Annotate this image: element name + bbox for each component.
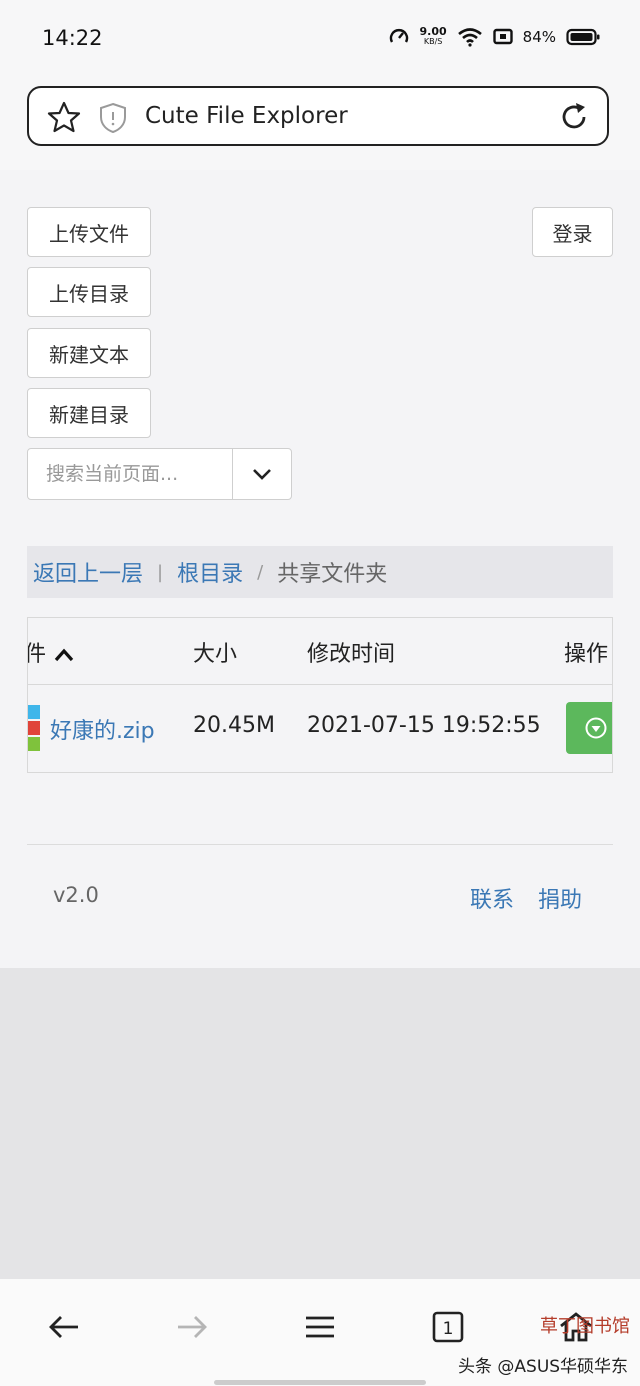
version-label: v2.0: [53, 883, 99, 907]
browser-toolbar: Cute File Explorer: [0, 78, 640, 170]
breadcrumb: 返回上一层 | 根目录 / 共享文件夹: [27, 546, 613, 598]
zip-file-icon: [28, 705, 40, 753]
file-size: 20.45M: [193, 713, 275, 738]
page-title: Cute File Explorer: [145, 103, 348, 129]
search-input[interactable]: [28, 449, 234, 499]
screen-cast-icon: [492, 28, 513, 45]
breadcrumb-separator: |: [157, 561, 164, 583]
search-dropdown-button[interactable]: [232, 449, 291, 499]
upload-file-button[interactable]: 上传文件: [27, 207, 151, 257]
address-bar[interactable]: Cute File Explorer: [27, 86, 609, 146]
breadcrumb-current: 共享文件夹: [277, 562, 388, 587]
battery-icon: [566, 28, 600, 46]
gesture-bar: [214, 1380, 426, 1385]
wifi-icon: [457, 28, 482, 47]
data-saver-icon: [389, 29, 408, 43]
status-bar: 14:22 9.00 KB/S 84%: [0, 0, 640, 78]
column-header-name[interactable]: 件: [28, 636, 75, 668]
column-header-size[interactable]: 大小: [193, 636, 237, 668]
column-header-modified[interactable]: 修改时间: [307, 636, 395, 668]
shield-icon[interactable]: [99, 102, 127, 134]
download-button[interactable]: [566, 702, 612, 754]
network-speed-value: 9.00: [419, 25, 447, 38]
column-header-name-label: 件: [28, 642, 46, 667]
star-icon[interactable]: [47, 101, 81, 133]
file-modified-time: 2021-07-15 19:52:55: [307, 713, 541, 738]
new-text-button[interactable]: 新建文本: [27, 328, 151, 378]
upload-directory-button[interactable]: 上传目录: [27, 267, 151, 317]
column-header-actions: 操作: [564, 642, 609, 667]
status-time: 14:22: [42, 26, 103, 50]
menu-button[interactable]: [298, 1309, 342, 1345]
table-row: 好康的.zip 20.45M 2021-07-15 19:52:55: [28, 685, 612, 772]
footer-divider: [27, 844, 613, 845]
reload-icon[interactable]: [557, 100, 591, 134]
search-box: [27, 448, 292, 500]
watermark-text: 头条 @ASUS华硕华东: [458, 1357, 629, 1377]
main-content: 上传文件 上传目录 新建文本 新建目录 登录 返回上一层 | 根目录 / 共享文…: [0, 170, 640, 968]
arrow-left-icon: [49, 1316, 78, 1338]
battery-percent: 84%: [522, 28, 556, 46]
file-table: 件 大小 修改时间 操作 好康的.zip 20.45M 2021-07-15 1…: [27, 617, 613, 773]
file-name-link[interactable]: 好康的.zip: [50, 713, 155, 745]
network-speed: 9.00 KB/S: [419, 25, 447, 47]
network-speed-unit: KB/S: [423, 37, 443, 46]
table-header: 件 大小 修改时间 操作: [28, 618, 612, 685]
login-button[interactable]: 登录: [532, 207, 613, 257]
watermark-mark: 草丁图书馆: [540, 1316, 630, 1337]
svg-text:1: 1: [443, 1319, 454, 1339]
menu-icon: [306, 1316, 334, 1338]
donate-link[interactable]: 捐助: [538, 882, 582, 914]
tab-count-icon: 1: [432, 1311, 464, 1343]
breadcrumb-root-link[interactable]: 根目录: [177, 556, 243, 588]
forward-button[interactable]: [170, 1309, 214, 1345]
download-icon: [585, 717, 607, 739]
contact-link[interactable]: 联系: [470, 882, 514, 914]
breadcrumb-back-link[interactable]: 返回上一层: [33, 556, 143, 588]
sort-ascending-icon: [54, 648, 74, 662]
empty-page-area: [0, 968, 640, 1279]
arrow-right-icon: [178, 1316, 207, 1338]
chevron-down-icon: [253, 469, 271, 480]
back-button[interactable]: [42, 1309, 86, 1345]
breadcrumb-separator: /: [257, 561, 264, 583]
tabs-button[interactable]: 1: [426, 1309, 470, 1345]
status-icons: 9.00 KB/S 84%: [388, 26, 600, 48]
new-directory-button[interactable]: 新建目录: [27, 388, 151, 438]
